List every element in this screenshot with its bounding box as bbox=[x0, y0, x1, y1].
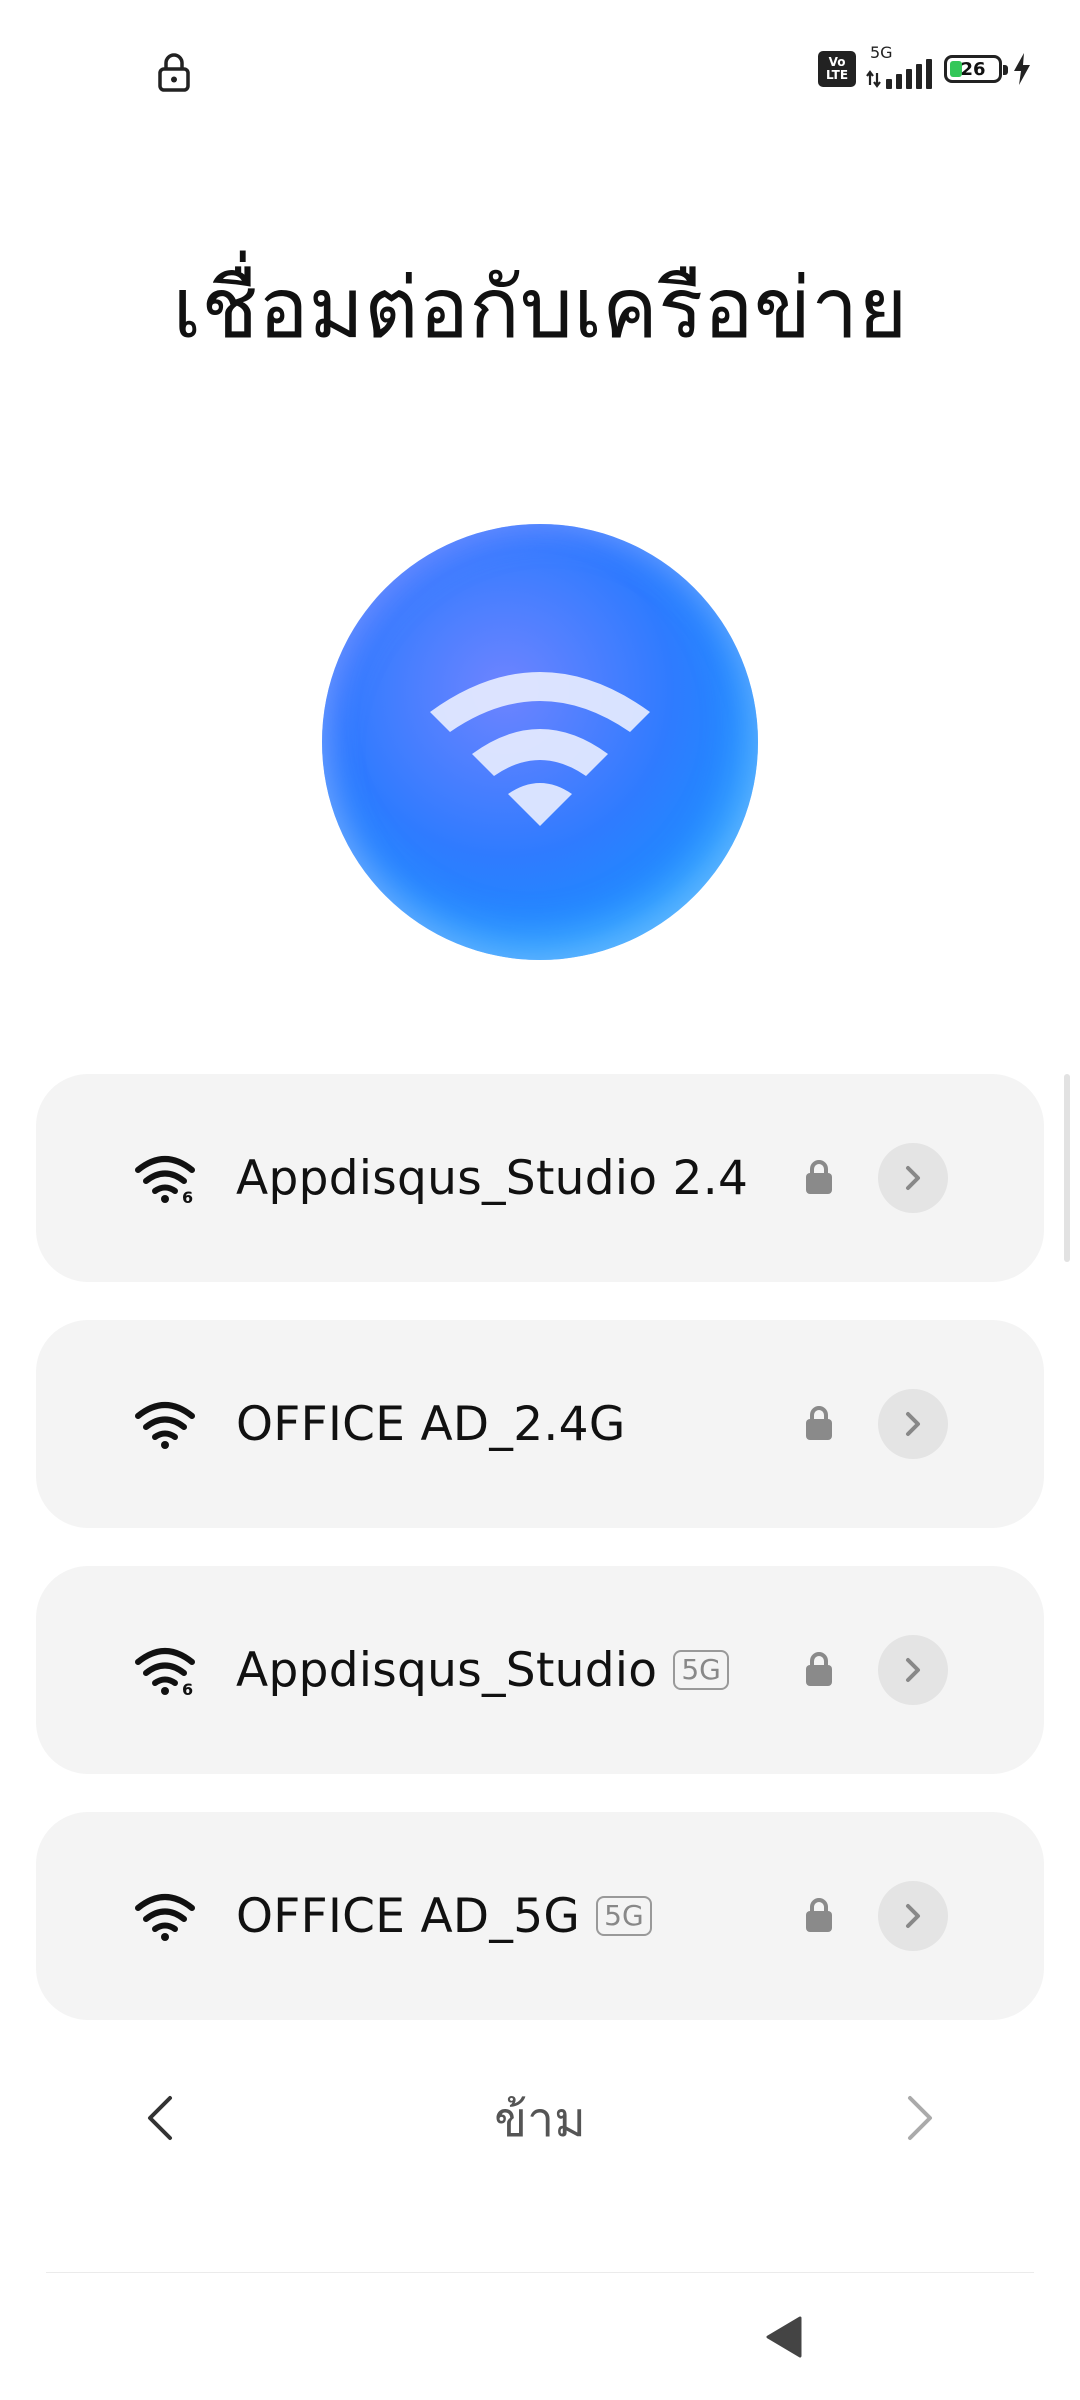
chevron-right-icon bbox=[906, 1904, 920, 1928]
scrollbar[interactable] bbox=[1064, 1074, 1070, 1262]
network-ssid: Appdisqus_Studio bbox=[236, 1642, 658, 1698]
chevron-right-icon bbox=[906, 1166, 920, 1190]
network-ssid: OFFICE AD_2.4G bbox=[236, 1396, 626, 1452]
network-label-group: OFFICE AD_2.4G bbox=[236, 1320, 626, 1528]
wifi-icon bbox=[135, 1894, 195, 1941]
network-item[interactable]: 6 Appdisqus_Studio 2.4 bbox=[36, 1074, 1044, 1282]
network-label-group: Appdisqus_Studio 2.4 bbox=[236, 1074, 748, 1282]
network-item[interactable]: OFFICE AD_2.4G bbox=[36, 1320, 1044, 1528]
lock-icon bbox=[158, 53, 190, 92]
network-ssid: OFFICE AD_5G bbox=[236, 1888, 581, 1944]
network-label-group: OFFICE AD_5G 5G bbox=[236, 1812, 652, 2020]
battery-tip bbox=[1003, 65, 1008, 75]
lock-icon bbox=[806, 1652, 832, 1686]
network-details-button[interactable] bbox=[878, 1389, 948, 1459]
network-details-button[interactable] bbox=[878, 1143, 948, 1213]
network-ssid: Appdisqus_Studio 2.4 bbox=[236, 1150, 749, 1206]
chevron-right-icon[interactable] bbox=[900, 2094, 940, 2142]
svg-text:6: 6 bbox=[182, 1680, 193, 1696]
wifi-6-icon: 6 bbox=[135, 1648, 195, 1696]
volte-icon: Vo LTE bbox=[818, 51, 856, 87]
skip-button[interactable]: ข้าม bbox=[440, 2082, 640, 2158]
network-label-group: Appdisqus_Studio 5G bbox=[236, 1566, 729, 1774]
svg-text:6: 6 bbox=[182, 1188, 193, 1204]
nav-divider bbox=[46, 2272, 1034, 2273]
lock-icon bbox=[806, 1160, 832, 1194]
chevron-right-icon bbox=[906, 1658, 920, 1682]
volte-text-bottom: LTE bbox=[825, 68, 849, 82]
lock-icon bbox=[806, 1406, 832, 1440]
wifi-icon bbox=[135, 1402, 195, 1449]
charging-bolt-icon bbox=[1014, 53, 1030, 85]
wifi-icon bbox=[430, 672, 650, 826]
page-title: เชื่อมต่อกับเครือข่าย bbox=[172, 259, 908, 357]
band-badge: 5G bbox=[673, 1650, 729, 1690]
battery-icon: 26 bbox=[944, 55, 1008, 83]
battery-level: 26 bbox=[960, 58, 986, 80]
network-details-button[interactable] bbox=[878, 1635, 948, 1705]
signal-icon bbox=[866, 59, 932, 89]
chevron-right-icon bbox=[906, 1412, 920, 1436]
band-badge: 5G bbox=[596, 1896, 652, 1936]
system-back-icon[interactable] bbox=[764, 2316, 804, 2358]
setup-screen: Vo LTE 5G 26 เชื่อมต่อกับเครือข่าย 6 App… bbox=[0, 0, 1080, 2400]
cellular-signal: 5G bbox=[866, 43, 934, 89]
lock-icon bbox=[806, 1898, 832, 1932]
network-item[interactable]: 6 Appdisqus_Studio 5G bbox=[36, 1566, 1044, 1774]
chevron-left-icon[interactable] bbox=[140, 2094, 180, 2142]
status-icons: Vo LTE 5G 26 bbox=[818, 43, 1032, 92]
wifi-6-icon: 6 bbox=[135, 1156, 195, 1204]
network-item[interactable]: OFFICE AD_5G 5G bbox=[36, 1812, 1044, 2020]
network-details-button[interactable] bbox=[878, 1881, 948, 1951]
status-bar: Vo LTE 5G 26 bbox=[0, 0, 1080, 120]
hero-illustration bbox=[322, 524, 758, 960]
